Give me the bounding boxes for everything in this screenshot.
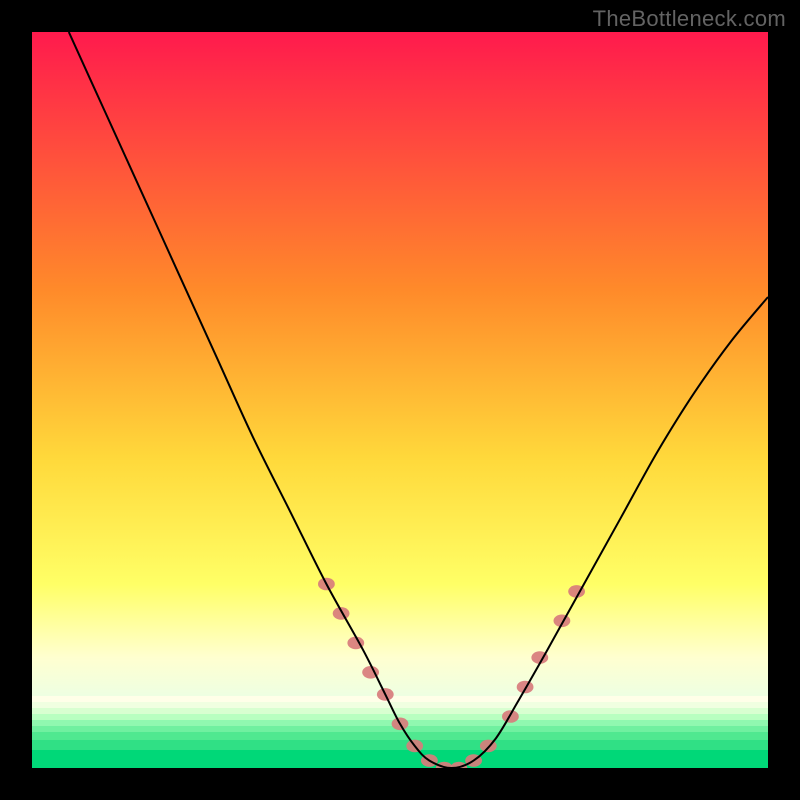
gradient-background xyxy=(32,32,768,768)
bottom-bands xyxy=(32,696,768,768)
watermark-label: TheBottleneck.com xyxy=(593,6,786,32)
chart-frame: TheBottleneck.com xyxy=(0,0,800,800)
plot-area xyxy=(32,32,768,768)
marker-dot xyxy=(517,681,534,694)
chart-svg xyxy=(32,32,768,768)
